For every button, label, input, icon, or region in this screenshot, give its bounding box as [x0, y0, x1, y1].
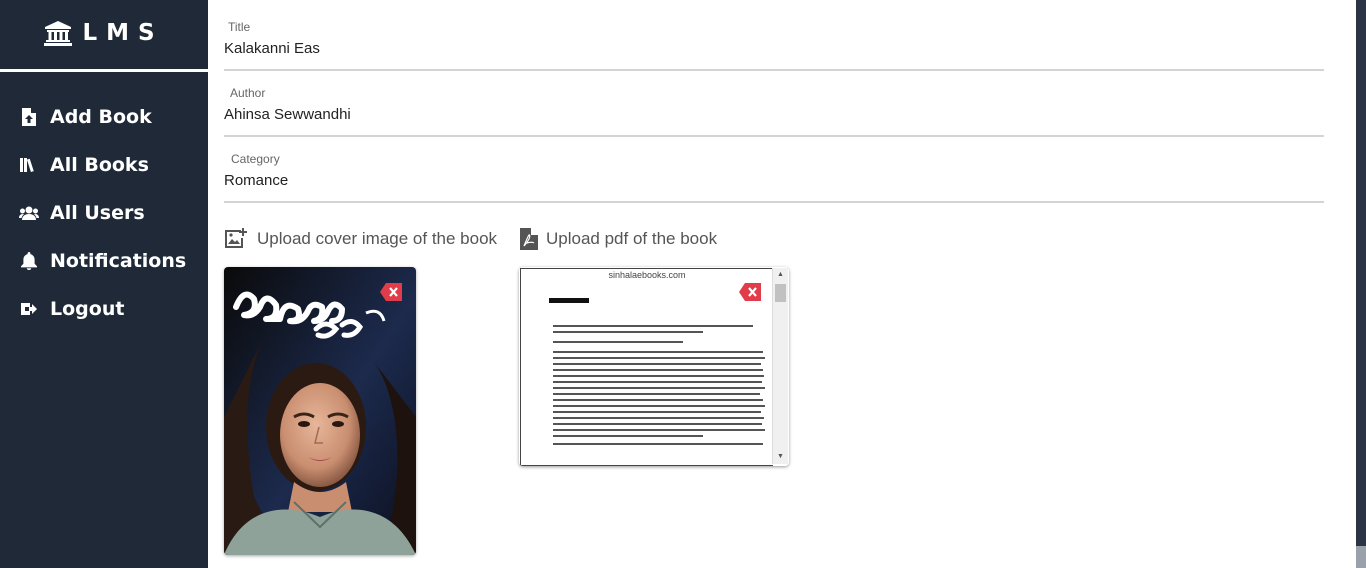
- brand-name: LMS: [82, 19, 164, 46]
- sidebar-item-label: Add Book: [50, 106, 152, 128]
- sidebar-item-add-book[interactable]: Add Book: [0, 93, 208, 141]
- institution-icon: [44, 20, 73, 46]
- sidebar-item-label: All Users: [50, 202, 145, 224]
- upload-cover-label: Upload cover image of the book: [257, 229, 498, 248]
- category-label: Category: [231, 152, 280, 166]
- sidebar-item-label: Logout: [50, 298, 125, 320]
- title-label: Title: [228, 20, 251, 34]
- pdf-chapter-heading: [549, 298, 589, 303]
- cover-image-preview: [224, 267, 416, 555]
- scroll-down-arrow-icon[interactable]: ▼: [773, 450, 788, 464]
- main-content: Title Kalakanni Eas Author Ahinsa Sewwan…: [208, 0, 1356, 568]
- book-cover-image: [224, 267, 416, 555]
- users-icon: [14, 206, 44, 220]
- author-field[interactable]: Author Ahinsa Sewwandhi: [224, 86, 1324, 137]
- pdf-file-icon: [520, 228, 538, 250]
- sidebar-nav: Add Book All Books All Users Notificatio…: [0, 93, 208, 333]
- sidebar-item-all-books[interactable]: All Books: [0, 141, 208, 189]
- page-scrollbar[interactable]: [1356, 0, 1366, 568]
- category-field[interactable]: Category Romance: [224, 152, 1324, 203]
- page-scrollbar-thumb[interactable]: [1356, 0, 1366, 546]
- title-input[interactable]: Kalakanni Eas: [224, 40, 320, 57]
- pdf-page: sinhalaebooks.com: [520, 268, 773, 466]
- remove-cover-button[interactable]: [380, 283, 402, 301]
- author-label: Author: [230, 86, 266, 100]
- upload-cover-button[interactable]: Upload cover image of the book: [225, 228, 497, 250]
- pdf-site-header: sinhalaebooks.com: [608, 270, 686, 280]
- sidebar-item-logout[interactable]: Logout: [0, 285, 208, 333]
- brand[interactable]: LMS: [0, 0, 208, 72]
- pdf-scrollbar[interactable]: ▲ ▼: [772, 268, 788, 464]
- sidebar-item-label: All Books: [50, 154, 149, 176]
- title-field[interactable]: Title Kalakanni Eas: [224, 20, 1324, 71]
- upload-pdf-label: Upload pdf of the book: [546, 229, 718, 248]
- category-input[interactable]: Romance: [224, 172, 288, 189]
- author-input[interactable]: Ahinsa Sewwandhi: [224, 106, 351, 123]
- file-upload-icon: [14, 108, 44, 126]
- upload-pdf-button[interactable]: Upload pdf of the book: [520, 228, 717, 250]
- pdf-text-lines: [553, 325, 769, 449]
- pdf-scrollbar-thumb[interactable]: [775, 284, 786, 302]
- bell-icon: [14, 252, 44, 270]
- sidebar-item-label: Notifications: [50, 250, 187, 272]
- logout-icon: [14, 302, 44, 316]
- books-icon: [14, 157, 44, 173]
- sidebar-item-notifications[interactable]: Notifications: [0, 237, 208, 285]
- add-image-icon: [225, 228, 247, 248]
- page-scrollbar-track-end: [1356, 546, 1366, 568]
- remove-pdf-button[interactable]: [739, 283, 761, 301]
- scroll-up-arrow-icon[interactable]: ▲: [773, 268, 788, 282]
- sidebar-item-all-users[interactable]: All Users: [0, 189, 208, 237]
- pdf-preview[interactable]: sinhalaebooks.com ▲ ▼: [519, 267, 789, 466]
- sidebar: LMS Add Book All Books All Users Notific…: [0, 0, 208, 568]
